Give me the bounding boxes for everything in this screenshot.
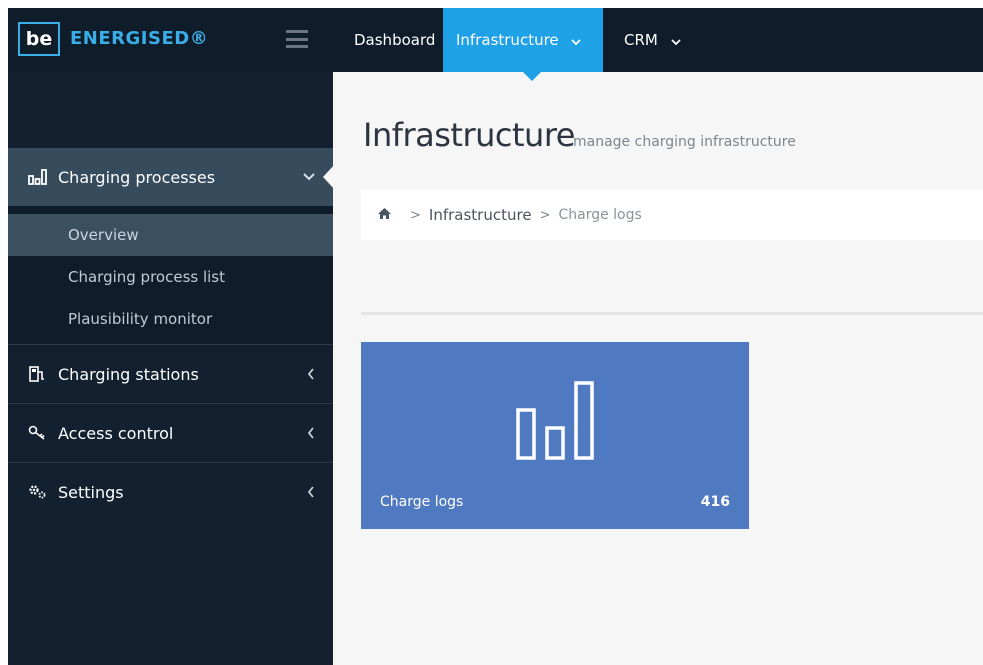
sidebar-subitem-overview[interactable]: Overview bbox=[8, 214, 333, 256]
chevron-right-icon: > bbox=[539, 207, 551, 223]
top-navigation: Dashboard Infrastructure CRM bbox=[333, 8, 983, 72]
chevron-down-icon bbox=[303, 148, 315, 206]
hamburger-menu-icon[interactable] bbox=[286, 30, 308, 48]
chevron-left-icon bbox=[307, 404, 315, 462]
home-icon[interactable] bbox=[377, 207, 392, 224]
tile-label: Charge logs bbox=[380, 494, 464, 510]
page-subtitle: manage charging infrastructure bbox=[573, 134, 796, 150]
nav-label: Infrastructure bbox=[456, 31, 559, 49]
charging-station-icon bbox=[28, 366, 58, 382]
nav-label: CRM bbox=[624, 31, 658, 49]
sidebar-item-label: Charging processes bbox=[58, 167, 216, 187]
bar-chart-icon bbox=[516, 380, 596, 466]
app-frame: be ENERGISED® Charging processes Overvie… bbox=[8, 8, 983, 665]
active-nav-caret bbox=[523, 72, 541, 81]
tile-count: 416 bbox=[700, 494, 730, 510]
logo-area: be ENERGISED® bbox=[8, 8, 333, 72]
page-title: Infrastructure bbox=[363, 116, 575, 154]
sidebar-subitem-plausibility-monitor[interactable]: Plausibility monitor bbox=[8, 298, 333, 340]
breadcrumb-current: Charge logs bbox=[558, 207, 642, 223]
chevron-left-icon bbox=[307, 345, 315, 403]
sidebar-item-label: Settings bbox=[58, 482, 124, 502]
breadcrumb: > Infrastructure > Charge logs bbox=[361, 190, 983, 240]
sidebar: be ENERGISED® Charging processes Overvie… bbox=[8, 8, 335, 665]
chevron-down-icon bbox=[670, 9, 681, 73]
nav-label: Dashboard bbox=[354, 31, 436, 49]
key-icon bbox=[28, 425, 58, 441]
sidebar-subitem-charging-process-list[interactable]: Charging process list bbox=[8, 256, 333, 298]
nav-crm[interactable]: CRM bbox=[618, 8, 687, 72]
sidebar-group-charging-processes: Charging processes Overview Charging pro… bbox=[8, 148, 335, 521]
submenu-charging-processes: Overview Charging process list Plausibil… bbox=[8, 206, 333, 344]
logo-mark[interactable]: be bbox=[18, 22, 60, 56]
logo-wordmark[interactable]: ENERGISED® bbox=[70, 28, 208, 49]
sidebar-item-label: Charging stations bbox=[58, 364, 199, 384]
nav-infrastructure[interactable]: Infrastructure bbox=[443, 8, 603, 72]
active-notch bbox=[323, 164, 335, 190]
sidebar-item-charging-processes[interactable]: Charging processes bbox=[8, 148, 335, 206]
breadcrumb-link-infrastructure[interactable]: Infrastructure bbox=[429, 206, 532, 224]
content-divider bbox=[361, 312, 983, 315]
sidebar-item-access-control[interactable]: Access control bbox=[8, 404, 333, 462]
nav-dashboard[interactable]: Dashboard bbox=[348, 8, 441, 72]
charge-logs-tile[interactable]: Charge logs 416 bbox=[361, 342, 749, 529]
sidebar-item-charging-stations[interactable]: Charging stations bbox=[8, 345, 333, 403]
bar-chart-icon bbox=[28, 169, 58, 185]
chevron-right-icon: > bbox=[410, 207, 421, 223]
sidebar-item-label: Access control bbox=[58, 423, 174, 443]
chevron-down-icon bbox=[571, 9, 582, 73]
gears-icon bbox=[28, 484, 58, 500]
sidebar-item-settings[interactable]: Settings bbox=[8, 463, 333, 521]
chevron-left-icon bbox=[307, 463, 315, 521]
